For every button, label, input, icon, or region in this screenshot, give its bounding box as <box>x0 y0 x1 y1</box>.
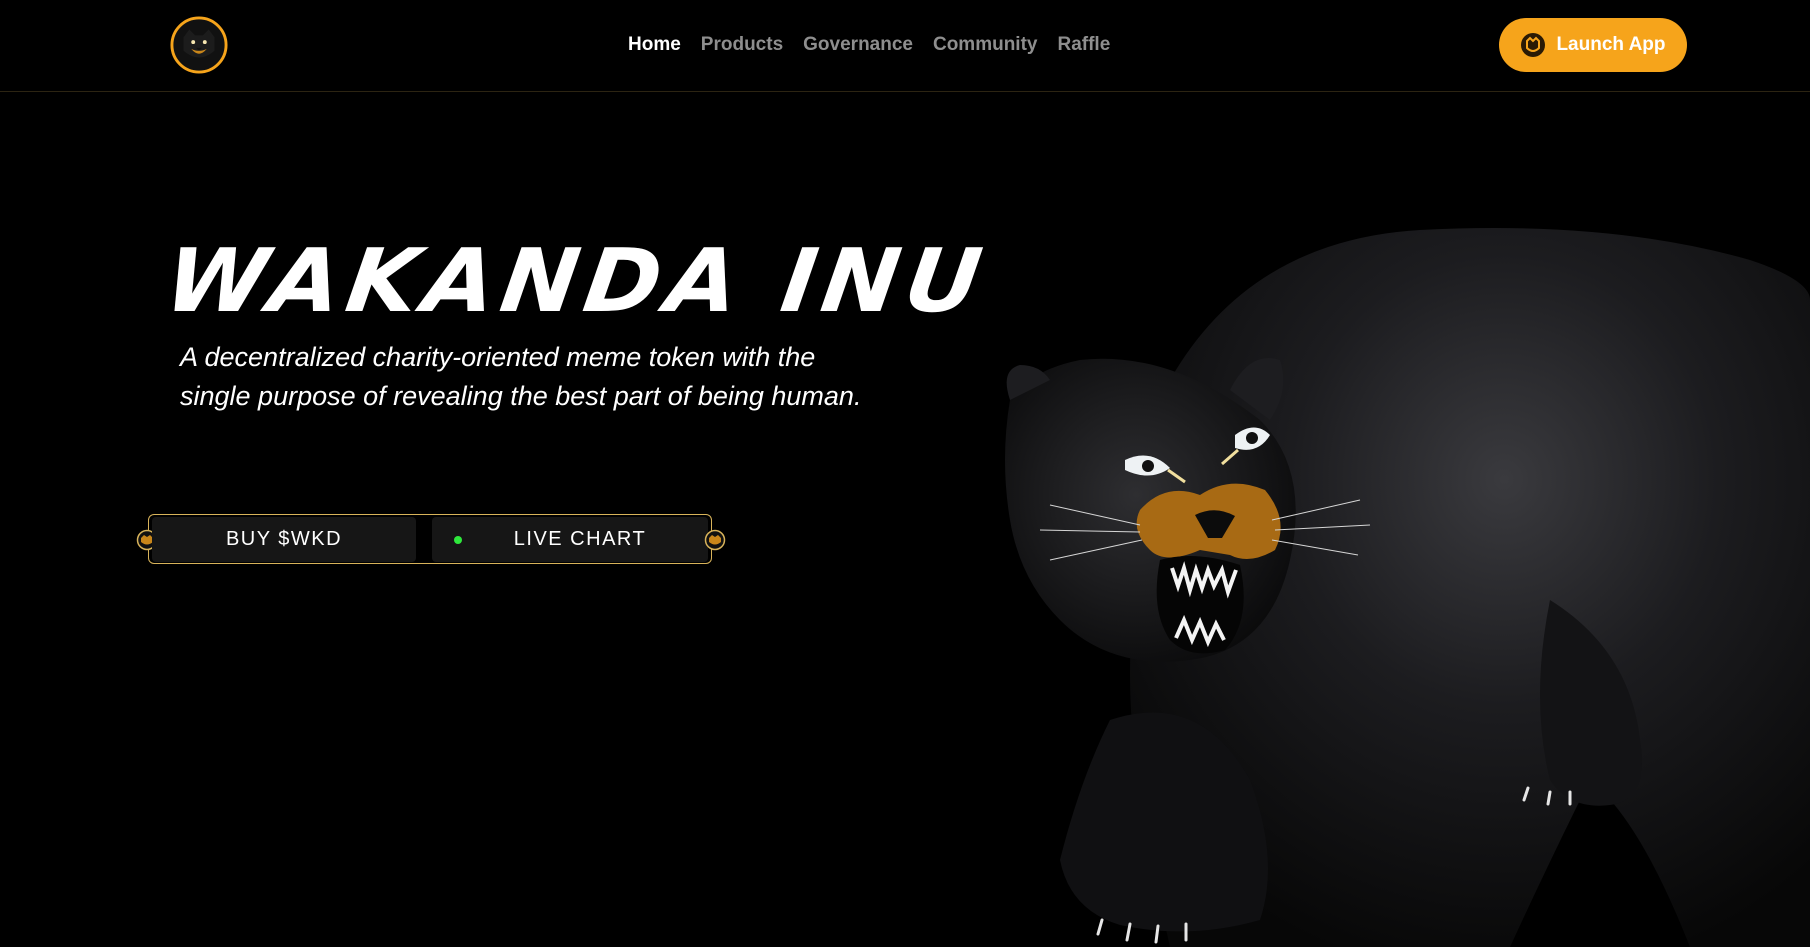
live-chart-button[interactable]: LIVE CHART <box>432 517 708 562</box>
navbar: Home Products Governance Community Raffl… <box>0 0 1810 92</box>
nav-products[interactable]: Products <box>701 34 783 56</box>
live-chart-label: LIVE CHART <box>513 528 647 550</box>
black-panther-illustration <box>1005 228 1810 947</box>
main-nav: Home Products Governance Community Raffl… <box>628 34 1110 56</box>
buy-wkd-label: BUY $WKD <box>225 528 343 550</box>
hero-title: WAKANDA INU <box>158 230 994 333</box>
live-dot-icon <box>454 536 462 544</box>
panther-badge-icon <box>704 529 726 551</box>
launch-app-label: Launch App <box>1556 34 1666 55</box>
app-icon <box>1521 33 1546 57</box>
nav-community[interactable]: Community <box>933 34 1038 56</box>
buy-wkd-button[interactable]: BUY $WKD <box>152 517 416 562</box>
nav-home[interactable]: Home <box>628 34 681 56</box>
cta-group: BUY $WKD LIVE CHART <box>136 512 728 566</box>
launch-app-button[interactable]: Launch App <box>1499 18 1687 72</box>
nav-governance[interactable]: Governance <box>803 34 913 56</box>
nav-raffle[interactable]: Raffle <box>1057 34 1110 56</box>
panther-logo-icon[interactable] <box>170 16 228 74</box>
hero-description: A decentralized charity-oriented meme to… <box>180 342 862 411</box>
page: Home Products Governance Community Raffl… <box>0 0 1810 947</box>
